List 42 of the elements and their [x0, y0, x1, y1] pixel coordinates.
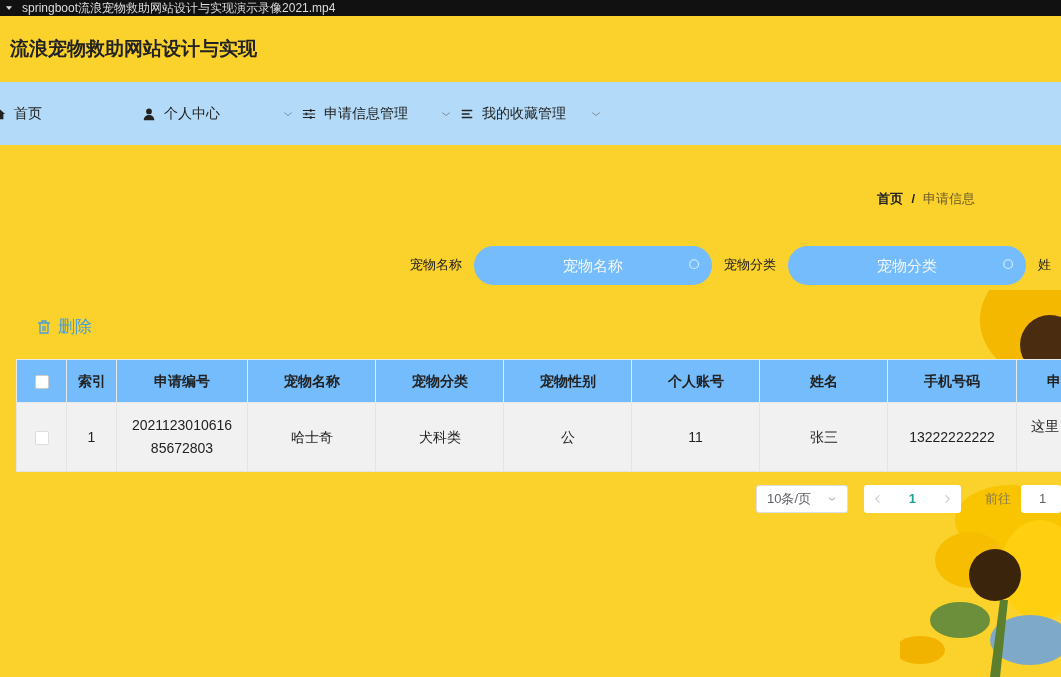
search-label: 宠物名称	[410, 256, 462, 275]
column-header: 申请编号	[116, 359, 248, 403]
column-header: 宠物名称	[247, 359, 376, 403]
column-header: 宠物性别	[503, 359, 632, 403]
breadcrumb-item[interactable]: 首页	[877, 189, 904, 209]
column-header: 宠物分类	[375, 359, 504, 403]
goto-field[interactable]: 1	[1021, 485, 1061, 513]
chevron-down-icon	[826, 494, 837, 504]
nav-item[interactable]: 申请信息管理	[302, 103, 460, 124]
column-header: 姓名	[759, 359, 888, 403]
table-cell: 11	[631, 402, 760, 472]
table-cell: 哈士奇	[247, 402, 376, 472]
sliders-icon	[302, 106, 316, 121]
nav-item[interactable]: 首页	[0, 103, 142, 124]
site-title: 流浪宠物救助网站设计与实现	[10, 36, 257, 61]
nav-item[interactable]: 个人中心	[142, 103, 302, 124]
video-title: springboot流浪宠物救助网站设计与实现演示录像2021.mp4	[22, 2, 336, 14]
table-cell: 犬科类	[375, 402, 504, 472]
search-field[interactable]: 宠物分类	[788, 245, 1026, 285]
search-label: 姓	[1038, 256, 1051, 275]
search-icon	[688, 257, 702, 272]
search-icon	[1002, 257, 1016, 272]
breadcrumb-item: 申请信息	[923, 190, 975, 209]
user-icon	[142, 106, 156, 121]
column-header: 索引	[66, 359, 117, 403]
select-all-checkbox[interactable]	[34, 374, 49, 389]
nav-item[interactable]: 我的收藏管理	[460, 103, 610, 124]
table-cell: 2021123010616 85672803	[116, 402, 248, 472]
table-cell: 张三	[759, 402, 888, 472]
search-field[interactable]: 宠物名称	[474, 245, 712, 285]
column-header: 手机号码	[887, 359, 1017, 403]
table-cell: 13222222222	[887, 402, 1017, 472]
column-header: 申	[1016, 359, 1061, 403]
goto-label: 前往	[985, 490, 1011, 509]
column-header: 个人账号	[631, 359, 760, 403]
trash-icon	[36, 319, 52, 335]
row-checkbox[interactable]	[34, 430, 49, 445]
page-size-select[interactable]: 10条/页	[756, 485, 848, 513]
breadcrumb-separator: /	[911, 190, 915, 209]
search-label: 宠物分类	[724, 256, 776, 275]
table-cell: 1	[66, 402, 117, 472]
table-cell: 公	[503, 402, 632, 472]
